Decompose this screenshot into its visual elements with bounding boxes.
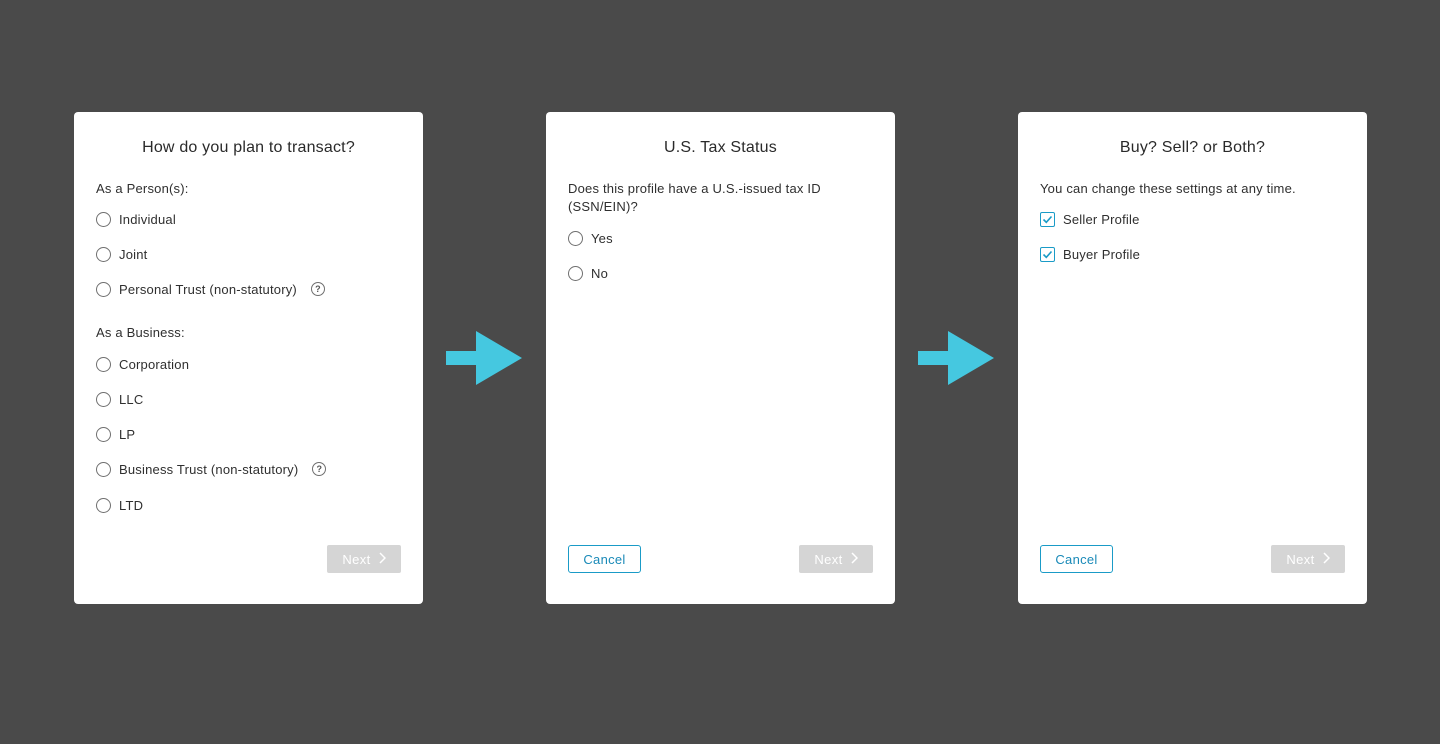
option-corporation[interactable]: Corporation (96, 355, 189, 373)
option-label: Corporation (119, 356, 190, 372)
next-button-label: Next (1286, 551, 1315, 567)
option-label: Personal Trust (non-statutory) (119, 281, 297, 297)
business-section-label: As a Business: (96, 325, 185, 340)
chevron-right-icon (379, 551, 386, 567)
option-buyer-profile[interactable]: Buyer Profile (1040, 245, 1140, 263)
radio-button[interactable] (96, 391, 111, 407)
tax-question: Does this profile have a U.S.-issued tax… (568, 181, 821, 214)
option-individual[interactable]: Individual (96, 210, 176, 228)
card-title: Buy? Sell? or Both? (1119, 139, 1266, 156)
radio-button[interactable] (96, 461, 111, 477)
option-label: No (591, 265, 609, 281)
next-button[interactable]: Next (327, 545, 401, 573)
person-section-label: As a Person(s): (96, 181, 189, 196)
option-no[interactable]: No (568, 264, 608, 282)
radio-button[interactable] (96, 246, 111, 262)
option-label: Buyer Profile (1063, 246, 1141, 262)
option-joint[interactable]: Joint (96, 245, 147, 263)
card-title: U.S. Tax Status (664, 139, 777, 156)
option-label: Yes (591, 230, 613, 246)
radio-button[interactable] (96, 211, 111, 227)
radio-button[interactable] (96, 426, 111, 442)
buy-sell-card: Buy? Sell? or Both? You can change these… (1018, 112, 1367, 604)
transact-type-card: How do you plan to transact? As a Person… (74, 112, 423, 604)
option-label: LLC (119, 391, 144, 407)
option-yes[interactable]: Yes (568, 229, 613, 247)
card-title: How do you plan to transact? (142, 139, 355, 156)
option-seller-profile[interactable]: Seller Profile (1040, 210, 1140, 228)
option-label: LP (119, 426, 136, 442)
radio-button[interactable] (568, 265, 583, 281)
next-button[interactable]: Next (799, 545, 873, 573)
next-button-label: Next (814, 551, 843, 567)
cancel-button[interactable]: Cancel (1040, 545, 1113, 573)
option-label: Business Trust (non-statutory) (119, 461, 299, 477)
check-icon (1042, 215, 1053, 223)
radio-button[interactable] (96, 497, 111, 513)
help-circle-icon[interactable]: ? (312, 462, 327, 476)
option-business-trust[interactable]: Business Trust (non-statutory) ? (96, 460, 327, 478)
check-icon (1042, 250, 1053, 258)
option-llc[interactable]: LLC (96, 390, 143, 408)
option-label: LTD (119, 497, 144, 513)
chevron-right-icon (1323, 551, 1330, 567)
checkbox-checked[interactable] (1040, 246, 1055, 262)
help-circle-icon[interactable]: ? (310, 282, 325, 296)
arrow-right-icon (918, 331, 994, 385)
option-personal-trust[interactable]: Personal Trust (non-statutory) ? (96, 280, 325, 298)
option-label: Joint (119, 246, 148, 262)
option-label: Individual (119, 211, 176, 227)
radio-button[interactable] (568, 230, 583, 246)
checkbox-checked[interactable] (1040, 211, 1055, 227)
settings-description: You can change these settings at any tim… (1040, 181, 1296, 196)
next-button-label: Next (342, 551, 371, 567)
option-lp[interactable]: LP (96, 425, 135, 443)
radio-button[interactable] (96, 356, 111, 372)
next-button[interactable]: Next (1271, 545, 1345, 573)
chevron-right-icon (851, 551, 858, 567)
option-ltd[interactable]: LTD (96, 496, 143, 514)
option-label: Seller Profile (1063, 211, 1140, 227)
radio-button[interactable] (96, 281, 111, 297)
tax-status-card: U.S. Tax Status Does this profile have a… (546, 112, 895, 604)
cancel-button[interactable]: Cancel (568, 545, 641, 573)
arrow-right-icon (446, 331, 522, 385)
